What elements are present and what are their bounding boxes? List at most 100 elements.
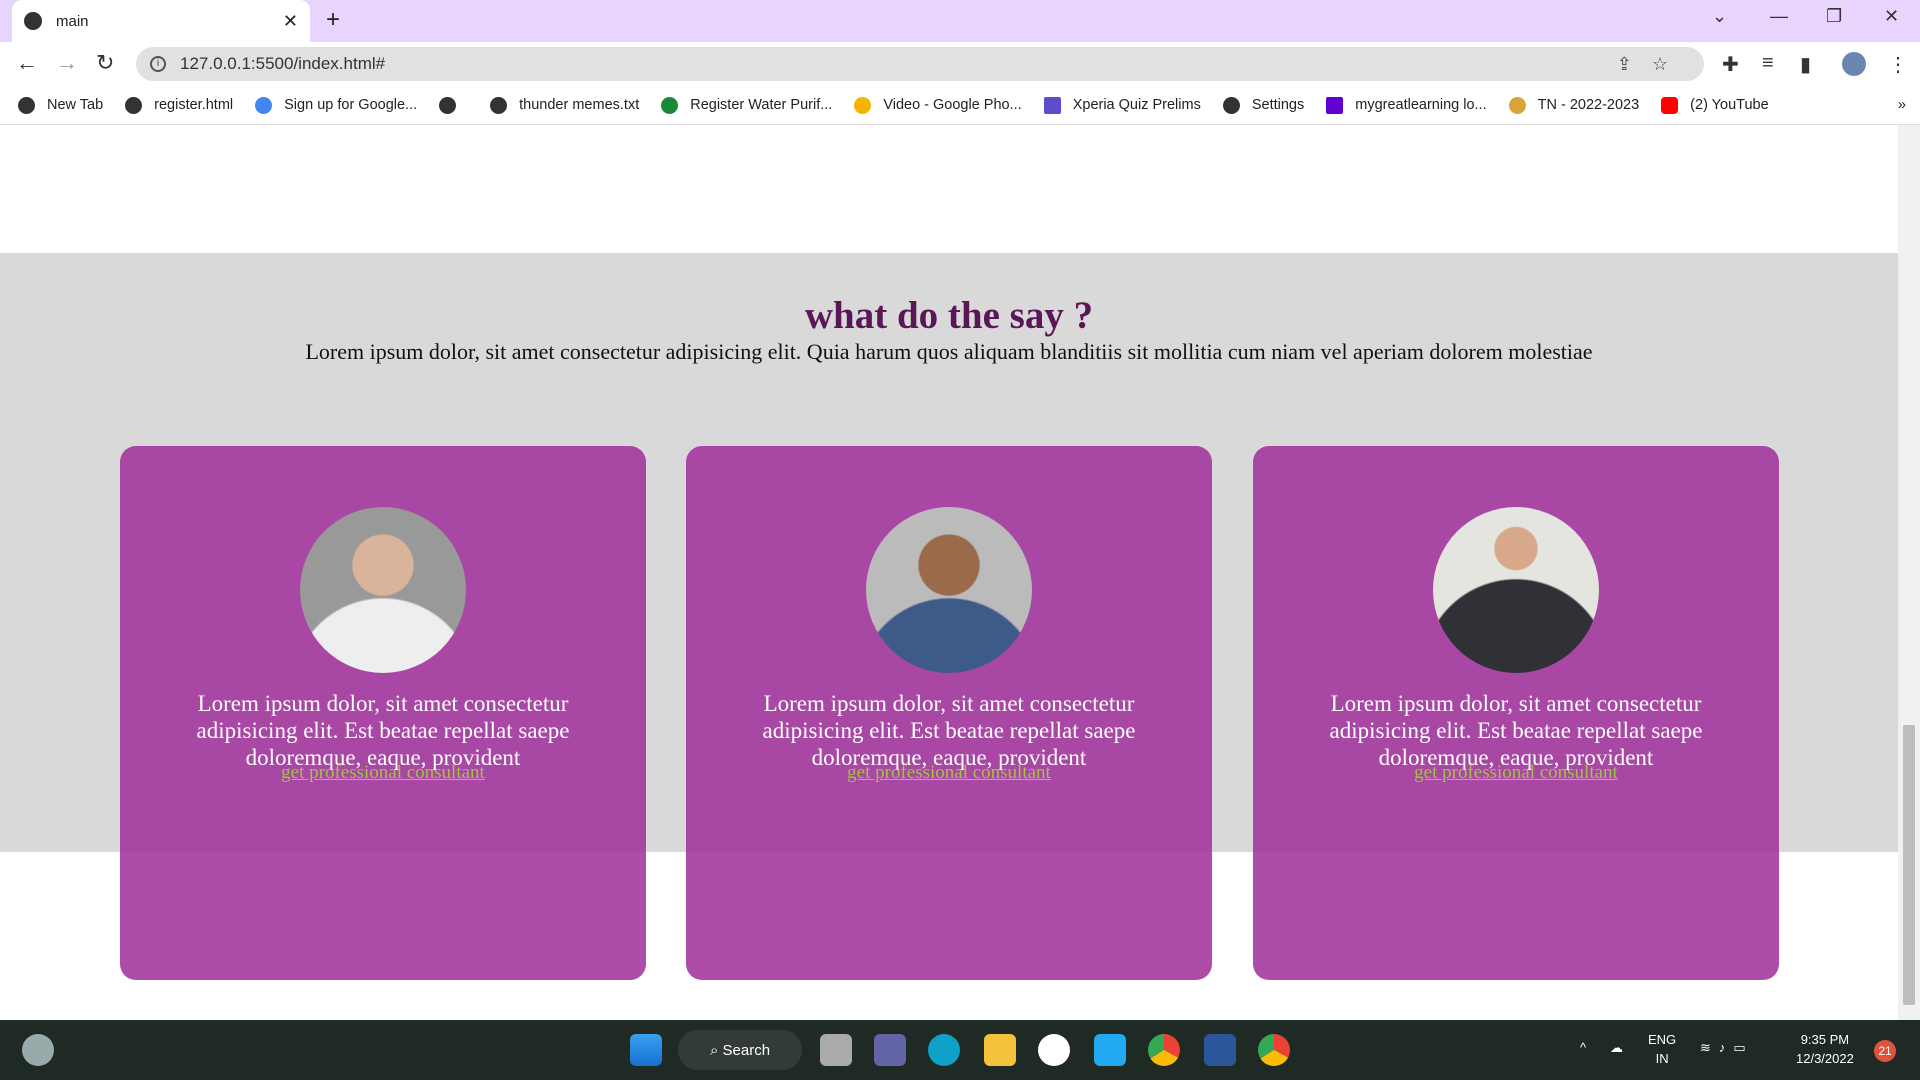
date: 12/3/2022 — [1796, 1051, 1854, 1066]
more-bookmarks-button[interactable]: » — [1898, 97, 1906, 113]
avatar — [866, 507, 1032, 673]
tab-main[interactable]: main ✕ — [12, 0, 310, 42]
extensions-icon[interactable]: ✚ — [1722, 52, 1739, 77]
language-indicator[interactable]: ENG IN — [1648, 1030, 1676, 1068]
bookmark-label: TN - 2022-2023 — [1537, 97, 1640, 113]
consultant-link[interactable]: get professional consultant — [120, 762, 646, 784]
onedrive-icon[interactable]: ☁ — [1610, 1038, 1623, 1057]
globe-icon — [439, 96, 457, 114]
lang-label: ENG — [1648, 1032, 1677, 1047]
menu-icon[interactable]: ⋮ — [1888, 52, 1908, 77]
bookmark[interactable]: thunder memes.txt — [490, 96, 640, 114]
tray-chevron-icon[interactable]: ^ — [1580, 1038, 1586, 1057]
file-explorer-icon[interactable] — [984, 1034, 1016, 1066]
tab-title: main — [56, 12, 89, 30]
testimonial-card: Lorem ipsum dolor, sit amet consectetur … — [120, 446, 646, 980]
edge-icon[interactable] — [928, 1034, 960, 1066]
gear-icon — [1222, 96, 1240, 114]
avatar — [300, 507, 466, 673]
forms-icon — [1043, 96, 1061, 114]
bookmark-label: Video - Google Pho... — [883, 97, 1022, 113]
bookmark-label: mygreatlearning lo... — [1355, 97, 1487, 113]
info-icon[interactable]: i — [150, 56, 166, 72]
notification-badge[interactable]: 21 — [1874, 1040, 1896, 1062]
media-icon[interactable]: ≡ — [1762, 52, 1774, 75]
bookmark-label: Sign up for Google... — [284, 97, 418, 113]
bookmark[interactable]: mygreatlearning lo... — [1326, 96, 1487, 114]
share-star-icons[interactable]: ⇪☆ — [1617, 54, 1688, 75]
testimonial-text: Lorem ipsum dolor, sit amet consectetur … — [1329, 691, 1703, 770]
bookmark[interactable]: Video - Google Pho... — [854, 96, 1022, 114]
chrome-icon[interactable] — [1148, 1034, 1180, 1066]
testimonial-text: Lorem ipsum dolor, sit amet consectetur … — [196, 691, 570, 770]
bookmark[interactable]: register.html — [125, 96, 234, 114]
avatar — [1433, 507, 1599, 673]
bookmark[interactable] — [439, 96, 468, 114]
chrome-active-icon[interactable] — [1258, 1034, 1290, 1066]
vscode-icon[interactable] — [1094, 1034, 1126, 1066]
google-photos-icon — [854, 96, 872, 114]
wifi-volume-battery-icons[interactable]: ≋♪▭ — [1700, 1038, 1754, 1057]
new-tab-button[interactable]: + — [326, 6, 340, 34]
address-bar[interactable]: i 127.0.0.1:5500/index.html# ⇪☆ — [136, 47, 1704, 81]
bookmark-label: register.html — [154, 97, 234, 113]
search-label: Search — [722, 1041, 771, 1059]
globe-icon — [24, 12, 42, 30]
url-text: 127.0.0.1:5500/index.html# — [180, 54, 386, 73]
minimize-button[interactable]: — — [1770, 6, 1788, 27]
bookmark[interactable]: Sign up for Google... — [255, 96, 418, 114]
taskbar: ⌕ Search ^ ☁ ENG IN ≋♪▭ 9:35 PM 12/3/2022 … — [0, 1020, 1920, 1080]
clock[interactable]: 9:35 PM 12/3/2022 — [1796, 1030, 1854, 1068]
tab-search-icon[interactable]: ⌄ — [1712, 6, 1727, 27]
scrollbar[interactable] — [1898, 125, 1920, 1020]
profile-avatar[interactable] — [1842, 52, 1866, 76]
globe-icon — [125, 96, 143, 114]
section-subtitle: Lorem ipsum dolor, sit amet consectetur … — [305, 339, 1593, 364]
bookmark[interactable]: TN - 2022-2023 — [1508, 96, 1640, 114]
consultant-link[interactable]: get professional consultant — [686, 762, 1212, 784]
side-panel-icon[interactable]: ▮ — [1800, 52, 1811, 77]
restore-button[interactable]: ❐ — [1826, 6, 1842, 27]
word-icon[interactable] — [1204, 1034, 1236, 1066]
taskbar-search[interactable]: ⌕ Search — [678, 1030, 802, 1070]
task-view-icon[interactable] — [820, 1034, 852, 1066]
app-icon[interactable] — [1038, 1034, 1070, 1066]
section-title: what do the say ? — [804, 294, 1094, 337]
tab-strip: main ✕ + ⌄ — ❐ ✕ — [0, 0, 1920, 42]
google-icon — [255, 96, 273, 114]
bookmarks-bar: New Tab register.html Sign up for Google… — [0, 86, 1920, 125]
bookmark-label: Register Water Purif... — [690, 97, 833, 113]
start-icon[interactable] — [630, 1034, 662, 1066]
toolbar: ← → ↻ i 127.0.0.1:5500/index.html# ⇪☆ ✚ … — [0, 42, 1920, 86]
tn-emblem-icon — [1508, 96, 1526, 114]
close-tab-icon[interactable]: ✕ — [283, 11, 298, 32]
bookmark[interactable]: Settings — [1222, 96, 1305, 114]
ac-icon — [661, 96, 679, 114]
time: 9:35 PM — [1800, 1032, 1850, 1047]
bookmark[interactable]: New Tab — [18, 96, 104, 114]
bookmark-label: Settings — [1251, 97, 1305, 113]
consultant-link[interactable]: get professional consultant — [1253, 762, 1779, 784]
reload-button[interactable]: ↻ — [96, 50, 114, 76]
search-icon: ⌕ — [709, 1041, 723, 1059]
testimonial-card: Lorem ipsum dolor, sit amet consectetur … — [1253, 446, 1779, 980]
testimonial-card: Lorem ipsum dolor, sit amet consectetur … — [686, 446, 1212, 980]
back-button[interactable]: ← — [16, 50, 38, 76]
scrollbar-thumb[interactable] — [1903, 725, 1915, 1005]
bookmark[interactable]: Xperia Quiz Prelims — [1043, 96, 1201, 114]
forward-button[interactable]: → — [56, 50, 78, 76]
bookmark[interactable]: (2) YouTube — [1661, 96, 1769, 114]
bookmark[interactable]: Register Water Purif... — [661, 96, 833, 114]
bookmark-label: thunder memes.txt — [519, 97, 640, 113]
testimonial-text: Lorem ipsum dolor, sit amet consectetur … — [762, 691, 1136, 770]
bookmark-label: New Tab — [47, 97, 104, 113]
bookmark-label: Xperia Quiz Prelims — [1072, 97, 1201, 113]
weather-icon[interactable] — [22, 1034, 54, 1066]
bookmark-label: (2) YouTube — [1690, 97, 1769, 113]
chat-icon[interactable] — [874, 1034, 906, 1066]
yahoo-icon — [1326, 96, 1344, 114]
page-content: what do the say ? Lorem ipsum dolor, sit… — [0, 125, 1898, 1020]
region-label: IN — [1655, 1051, 1669, 1066]
globe-icon — [490, 96, 508, 114]
close-window-button[interactable]: ✕ — [1884, 6, 1899, 27]
